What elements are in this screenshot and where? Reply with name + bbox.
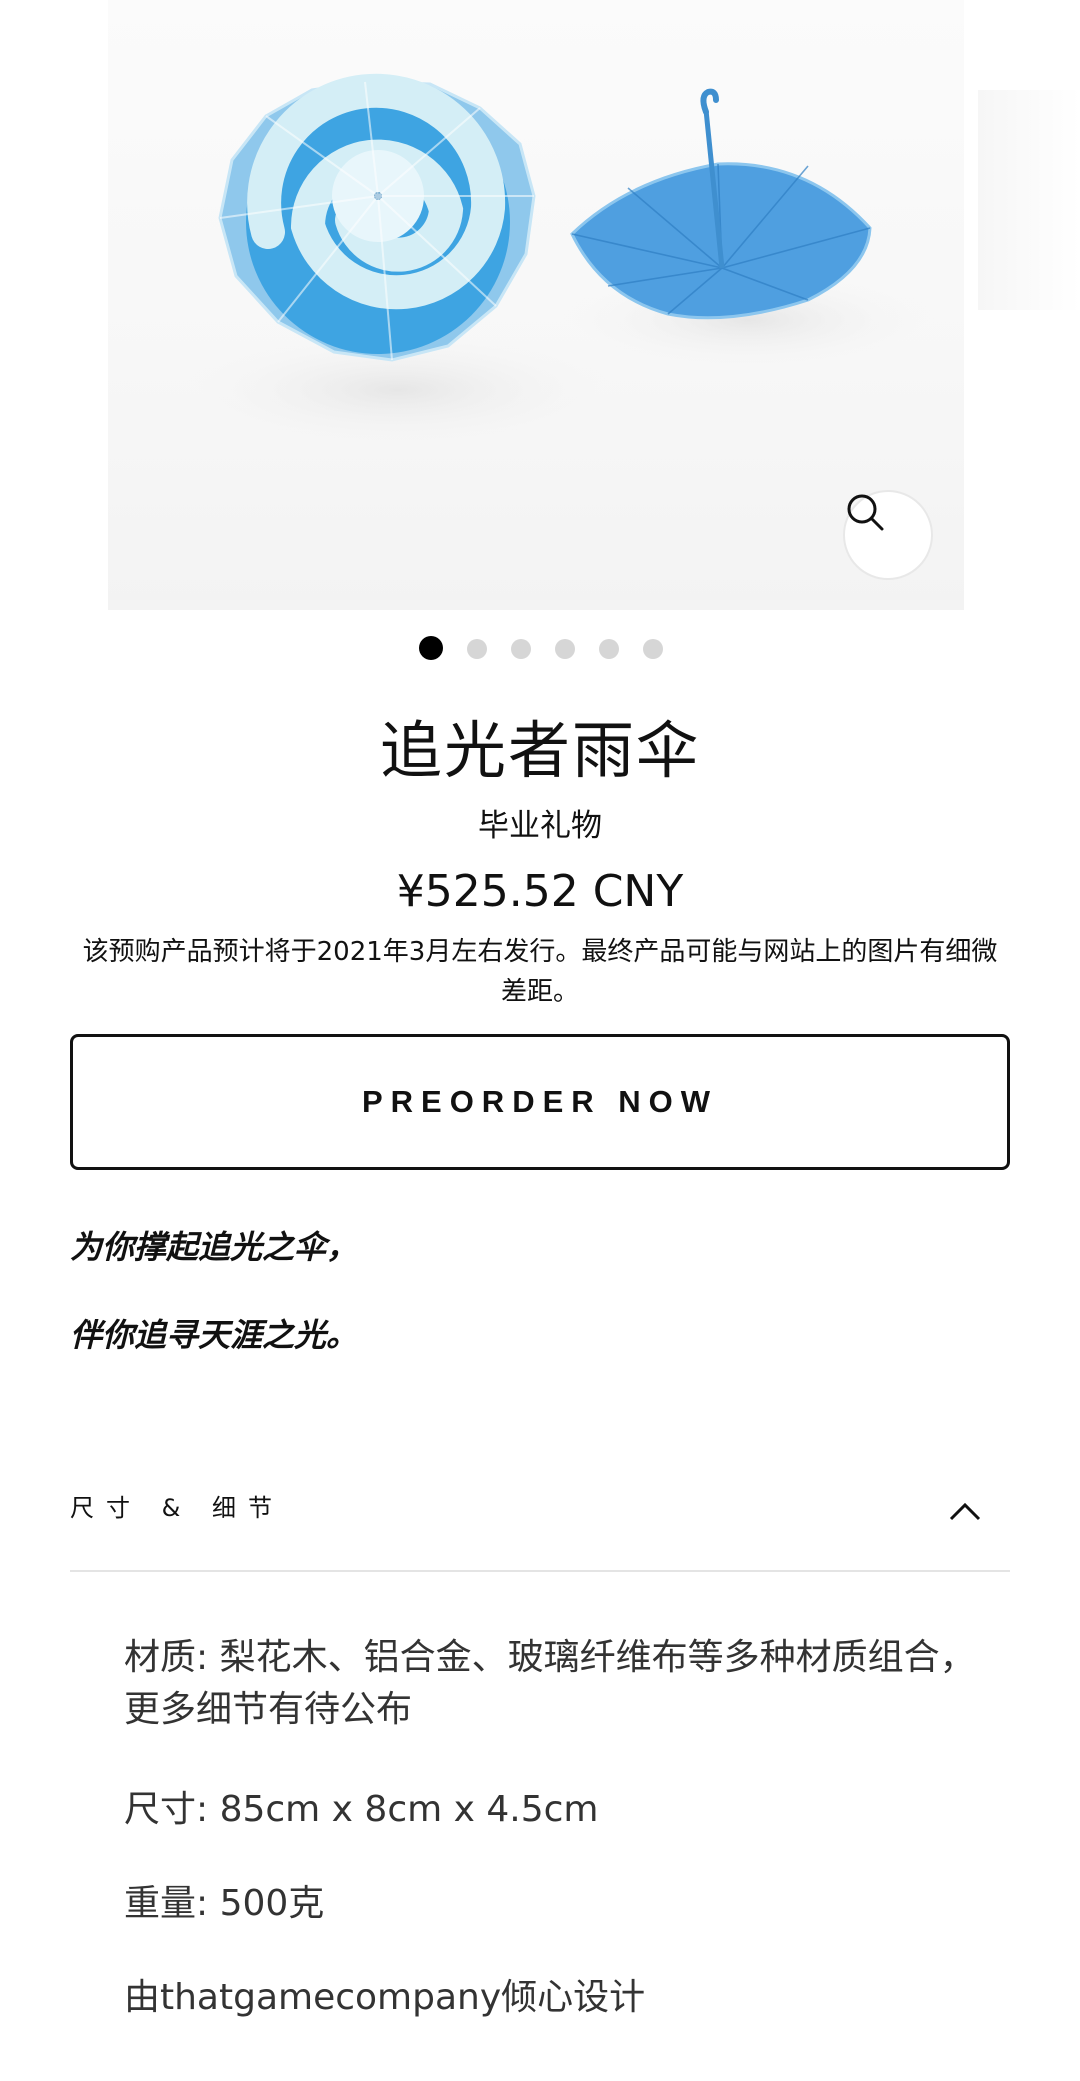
pagination-dot-1[interactable] [419, 636, 443, 660]
umbrella-illustration [168, 73, 938, 450]
inverted-umbrella [570, 88, 872, 320]
magnifier-icon [847, 494, 884, 531]
detail-designer: 由thatgamecompany倾心设计 [124, 1977, 646, 2018]
open-umbrella-top-view [218, 73, 536, 362]
pagination-dot-6[interactable] [643, 639, 663, 659]
description-line-1: 为你撑起追光之伞， [70, 1228, 359, 1266]
pagination-dot-4[interactable] [555, 639, 575, 659]
chevron-up-icon [949, 1502, 981, 1521]
preorder-button[interactable]: PREORDER NOW [70, 1034, 1010, 1170]
zoom-button[interactable] [843, 490, 933, 580]
product-price: ¥525.52 CNY [396, 866, 684, 917]
detail-material: 材质: 梨花木、铝合金、玻璃纤维布等多种材质组合，更多细节有待公布 [124, 1637, 976, 1730]
product-subtitle: 毕业礼物 [478, 808, 602, 844]
size-details-accordion-header[interactable]: 尺寸 & 细节 [70, 1478, 1010, 1572]
description-line-2: 伴你追寻天涯之光。 [70, 1316, 359, 1354]
next-image-peek[interactable] [978, 90, 1080, 310]
preorder-notice: 该预购产品预计将于2021年3月左右发行。最终产品可能与网站上的图片有细微差距。 [82, 937, 998, 1007]
detail-weight: 重量: 500克 [124, 1883, 325, 1924]
product-title: 追光者雨伞 [379, 714, 700, 787]
product-image[interactable] [108, 0, 964, 610]
accordion-label: 尺寸 & 细节 [70, 1494, 284, 1522]
pagination-dot-2[interactable] [467, 639, 487, 659]
pagination-dot-3[interactable] [511, 639, 531, 659]
pagination-dot-5[interactable] [599, 639, 619, 659]
detail-size: 尺寸: 85cm x 8cm x 4.5cm [124, 1789, 599, 1830]
image-pagination-dots [419, 636, 663, 660]
